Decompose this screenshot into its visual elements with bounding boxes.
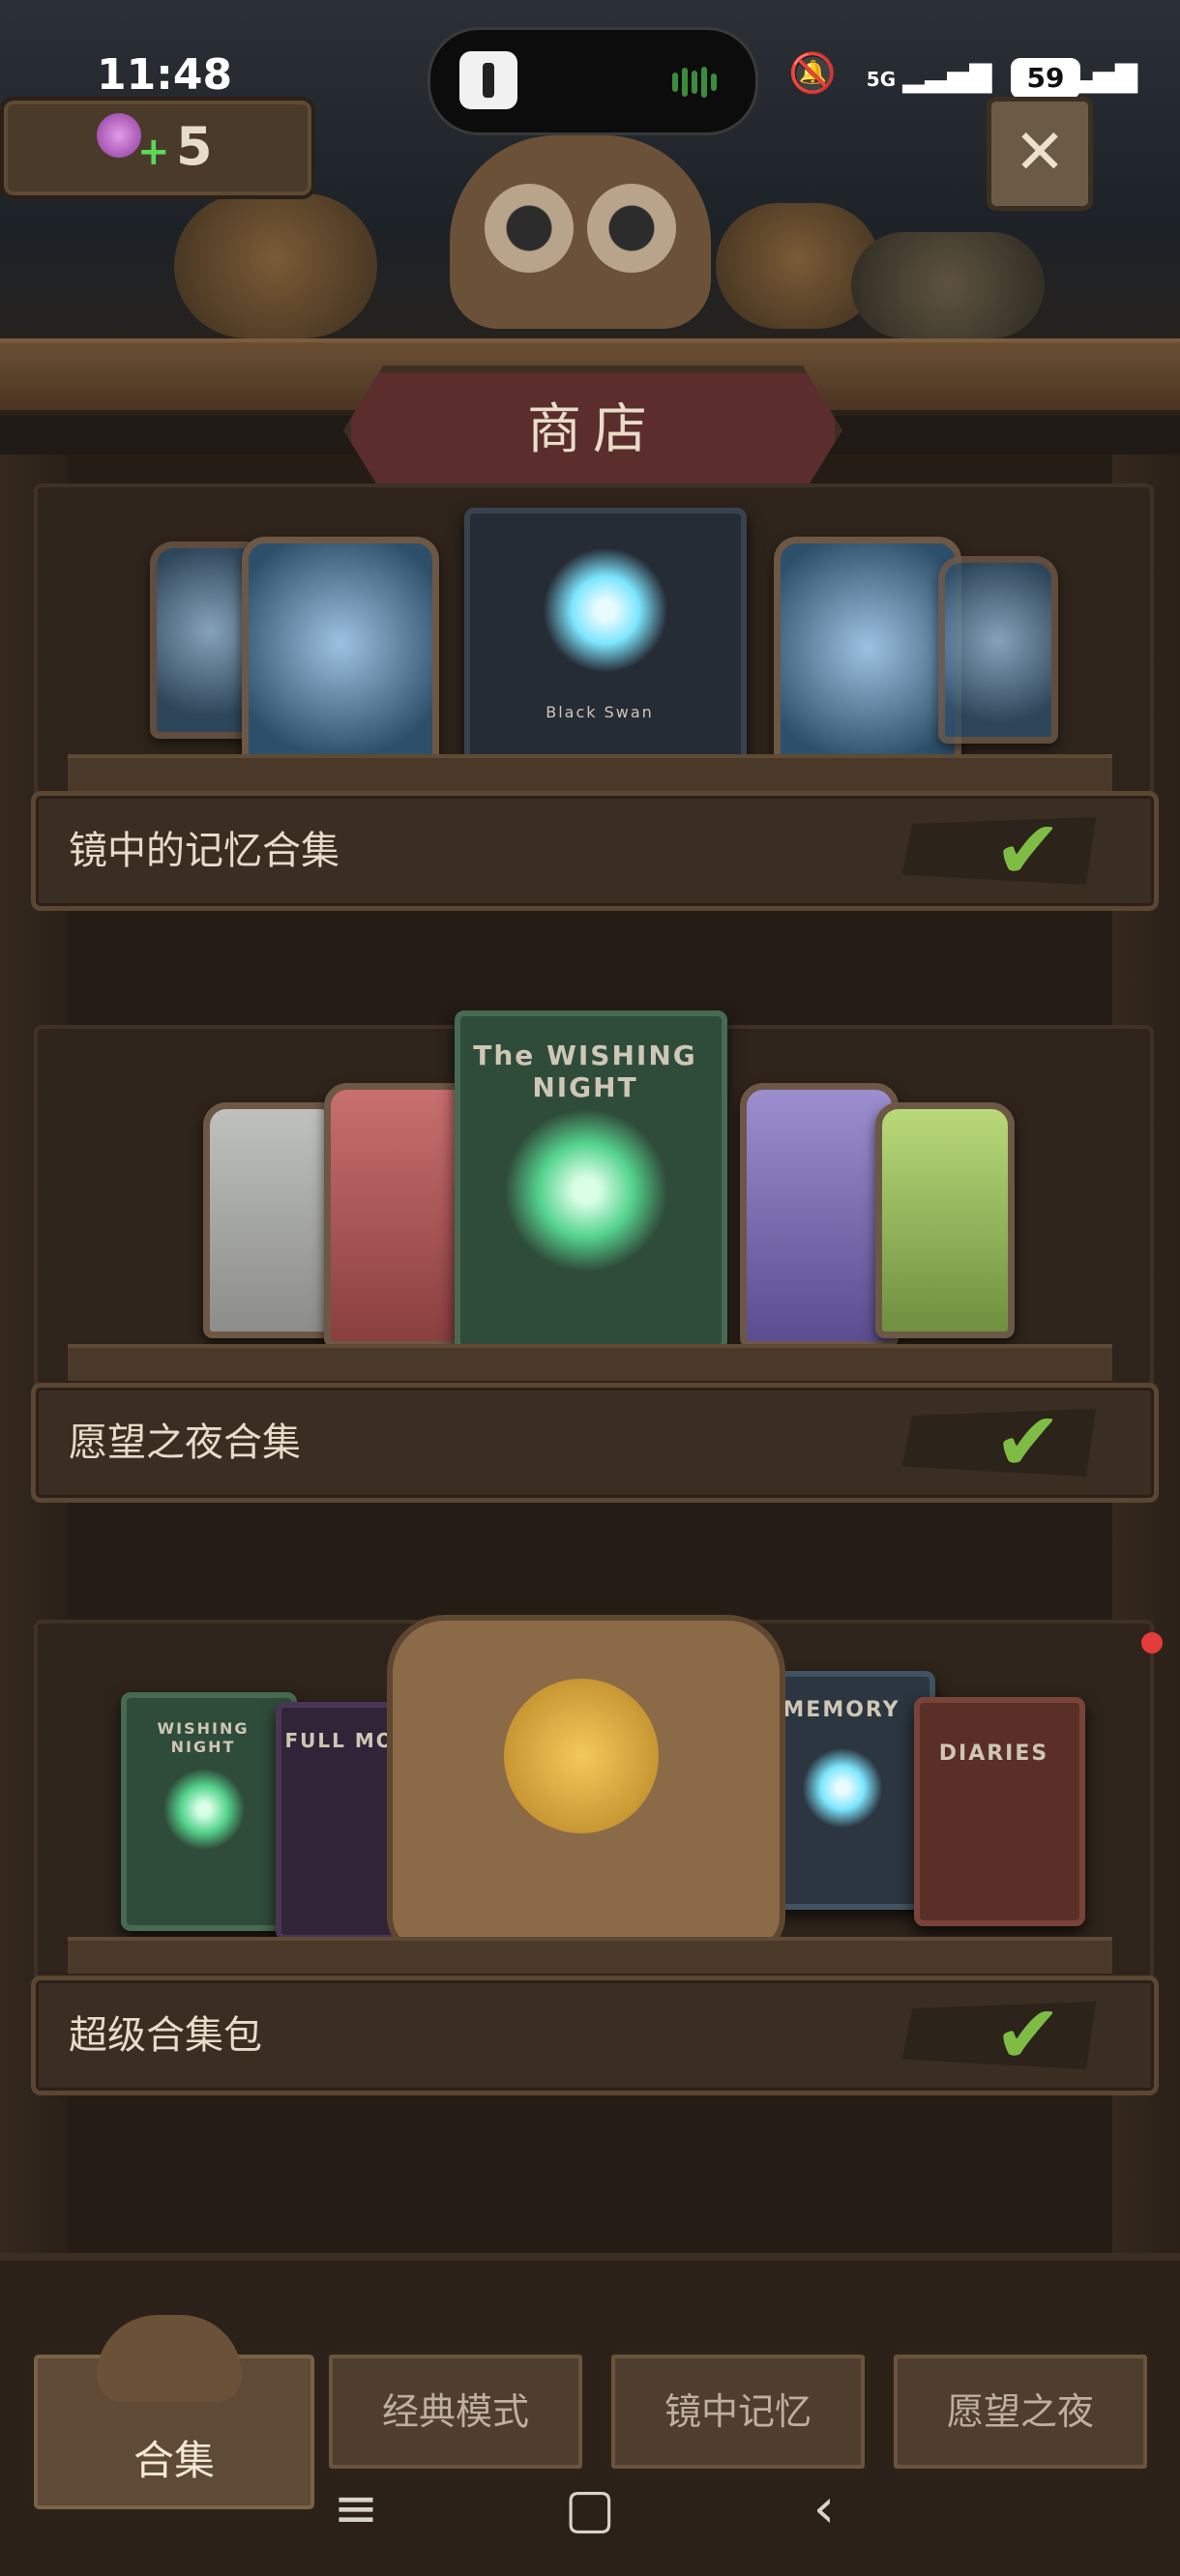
home-icon[interactable]: ▢ [551, 2477, 629, 2540]
status-icons: 🔕 5G ▂▃▅▇ 5G ▂▃▅▇ [788, 50, 1137, 101]
swirl-emblem-icon [499, 1103, 673, 1277]
black-swan-book[interactable]: Black Swan [464, 508, 747, 766]
tab-classic-mode[interactable]: 经典模式 [324, 2350, 587, 2474]
collection-backpack[interactable] [387, 1615, 785, 1955]
spiral-emblem-icon [504, 1679, 659, 1833]
shelf-board [68, 1937, 1112, 1974]
diaries-book: DIARIES [914, 1697, 1085, 1926]
dynamic-island[interactable] [428, 27, 758, 135]
mute-icon: 🔕 [788, 51, 837, 96]
owl-eye-icon [485, 184, 574, 273]
candy-count: 5 [176, 116, 213, 177]
audio-wave-icon [672, 67, 730, 98]
wishing-night-book: WISHING NIGHT [121, 1692, 297, 1931]
character-card [875, 1102, 1015, 1338]
media-thumbnail-icon [459, 51, 517, 109]
shelf-board [68, 754, 1112, 791]
skull-decoration [851, 232, 1045, 338]
plus-icon: + [137, 130, 170, 174]
pumpkin-decoration [174, 193, 377, 338]
menu-icon[interactable]: ≡ [317, 2477, 395, 2540]
book-title: The WISHING NIGHT [473, 1039, 697, 1103]
notification-dot [1141, 1632, 1163, 1654]
candy-icon [97, 113, 141, 158]
flame-card [938, 556, 1058, 744]
book-title: WISHING NIGHT [157, 1719, 250, 1756]
wolf-card [774, 537, 961, 782]
collection-label: 超级合集包 [69, 2013, 262, 2058]
witch-hat-card [242, 537, 439, 773]
checkmark-icon: ✔ [993, 1394, 1062, 1489]
owl-mascot [450, 135, 711, 329]
tab-wishing-night[interactable]: 愿望之夜 [889, 2350, 1152, 2474]
character-card [203, 1102, 342, 1338]
collection-label: 镜中的记忆合集 [69, 829, 339, 873]
memory-book: MEMORY [759, 1671, 935, 1910]
collection-label: 愿望之夜合集 [69, 1420, 301, 1465]
book-title: Black Swan [546, 703, 654, 721]
close-icon: ✕ [1014, 117, 1066, 189]
checkmark-icon: ✔ [993, 803, 1062, 897]
swirl-emblem-icon [538, 542, 673, 678]
page-title: 商店 [527, 398, 659, 461]
close-button[interactable]: ✕ [987, 97, 1093, 211]
clock: 11:48 [97, 50, 233, 100]
collection-item[interactable]: 愿望之夜合集 ✔ [31, 1383, 1159, 1503]
book-title: MEMORY [782, 1698, 900, 1722]
collection-item[interactable]: 超级合集包 ✔ [31, 1976, 1159, 2095]
swirl-emblem-icon [161, 1766, 248, 1853]
collection-item[interactable]: 镜中的记忆合集 ✔ [31, 791, 1159, 911]
signal-5g-label: 5G [866, 68, 897, 91]
signal-bars-icon: ▂▃▅▇ [902, 60, 992, 94]
battery-indicator: 59 [1011, 58, 1080, 99]
back-icon[interactable]: ‹ [785, 2477, 863, 2540]
wishing-night-book[interactable]: The WISHING NIGHT [455, 1010, 727, 1351]
book-title: DIARIES [938, 1742, 1049, 1766]
checkmark-icon: ✔ [993, 1987, 1062, 2082]
owl-eye-icon [587, 184, 676, 273]
shelf-board [68, 1344, 1112, 1381]
shop-title-sign: 商店 [343, 366, 842, 495]
tab-mirror-memory[interactable]: 镜中记忆 [606, 2350, 870, 2474]
swirl-emblem-icon [799, 1744, 886, 1831]
